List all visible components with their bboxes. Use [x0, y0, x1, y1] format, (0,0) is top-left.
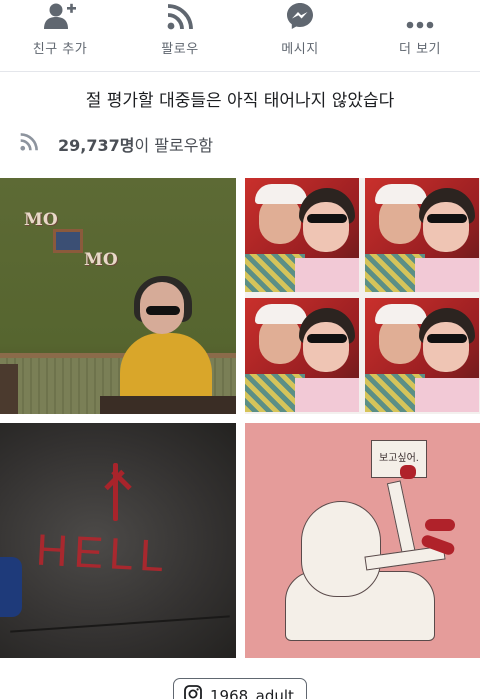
more-label: 더 보기: [398, 42, 441, 57]
photo-pink-illustration[interactable]: 보고싶어.: [245, 423, 480, 658]
snap-sunglasses: [307, 334, 347, 343]
blood-splash: [400, 465, 416, 479]
booth-snap-2: [365, 178, 479, 292]
rss-icon: [20, 133, 38, 155]
photo-hell-graffiti[interactable]: HELL: [0, 423, 236, 658]
snap-face-girl: [303, 202, 349, 252]
blue-shoe: [0, 557, 22, 617]
graffiti-text: HELL: [34, 525, 172, 582]
photo-booth-strip[interactable]: [245, 178, 480, 414]
booth-snap-1: [245, 178, 359, 292]
photo-restaurant[interactable]: MO MO: [0, 178, 236, 414]
person-sunglasses: [146, 306, 180, 315]
followers-text: 29,737명이 팔로우함: [58, 132, 213, 156]
add-friend-icon: [44, 0, 76, 30]
add-friend-label: 친구 추가: [32, 42, 88, 57]
snap-cap: [375, 184, 427, 204]
follow-button[interactable]: 팔로우: [120, 0, 240, 71]
person-yellow-shirt: [120, 333, 212, 403]
booth-snap-4: [365, 298, 479, 412]
followers-count: 29,737명: [58, 136, 135, 155]
more-button[interactable]: 더 보기: [360, 0, 480, 71]
pavement-crack: [10, 615, 230, 633]
follow-rss-icon: [167, 0, 193, 30]
follow-label: 팔로우: [161, 42, 199, 57]
snap-pink-shirt: [415, 258, 479, 292]
snap-face-girl: [303, 322, 349, 372]
booth-seat: [0, 364, 18, 414]
instagram-icon: [184, 685, 202, 699]
instagram-handle: 1968_adult: [210, 687, 294, 699]
followers-row: 29,737명이 팔로우함: [20, 132, 213, 156]
wall-sign-top: MO: [24, 210, 58, 230]
instagram-link-button[interactable]: 1968_adult: [173, 678, 307, 699]
snap-cap: [255, 304, 307, 324]
page-action-bar: 친구 추가 팔로우 메시지 더 보기: [0, 0, 480, 72]
illustration-head: [301, 501, 381, 597]
message-button[interactable]: 메시지: [240, 0, 360, 71]
followers-suffix: 이 팔로우함: [134, 136, 214, 155]
speech-bubble-text: 보고싶어.: [379, 453, 419, 464]
wall-frame: [53, 229, 83, 253]
dining-table: [100, 396, 236, 414]
snap-cap: [375, 304, 427, 324]
snap-pink-shirt: [415, 378, 479, 412]
snap-cap: [255, 184, 307, 204]
messenger-icon: [286, 0, 314, 30]
page-description: 절 평가할 대중들은 아직 태어나지 않았습다: [85, 91, 395, 111]
snap-pink-shirt: [295, 258, 359, 292]
more-dots-icon: [406, 0, 434, 30]
snap-sunglasses: [427, 214, 467, 223]
snap-face-girl: [423, 202, 469, 252]
snap-face-girl: [423, 322, 469, 372]
message-label: 메시지: [281, 42, 319, 57]
snap-pink-shirt: [295, 378, 359, 412]
wall-sign-bottom: MO: [84, 250, 118, 270]
blood-hand: [425, 519, 455, 531]
add-friend-button[interactable]: 친구 추가: [0, 0, 120, 71]
snap-sunglasses: [307, 214, 347, 223]
snap-sunglasses: [427, 334, 467, 343]
booth-snap-3: [245, 298, 359, 412]
photo-grid: MO MO HELL 보고싶어.: [0, 178, 480, 658]
